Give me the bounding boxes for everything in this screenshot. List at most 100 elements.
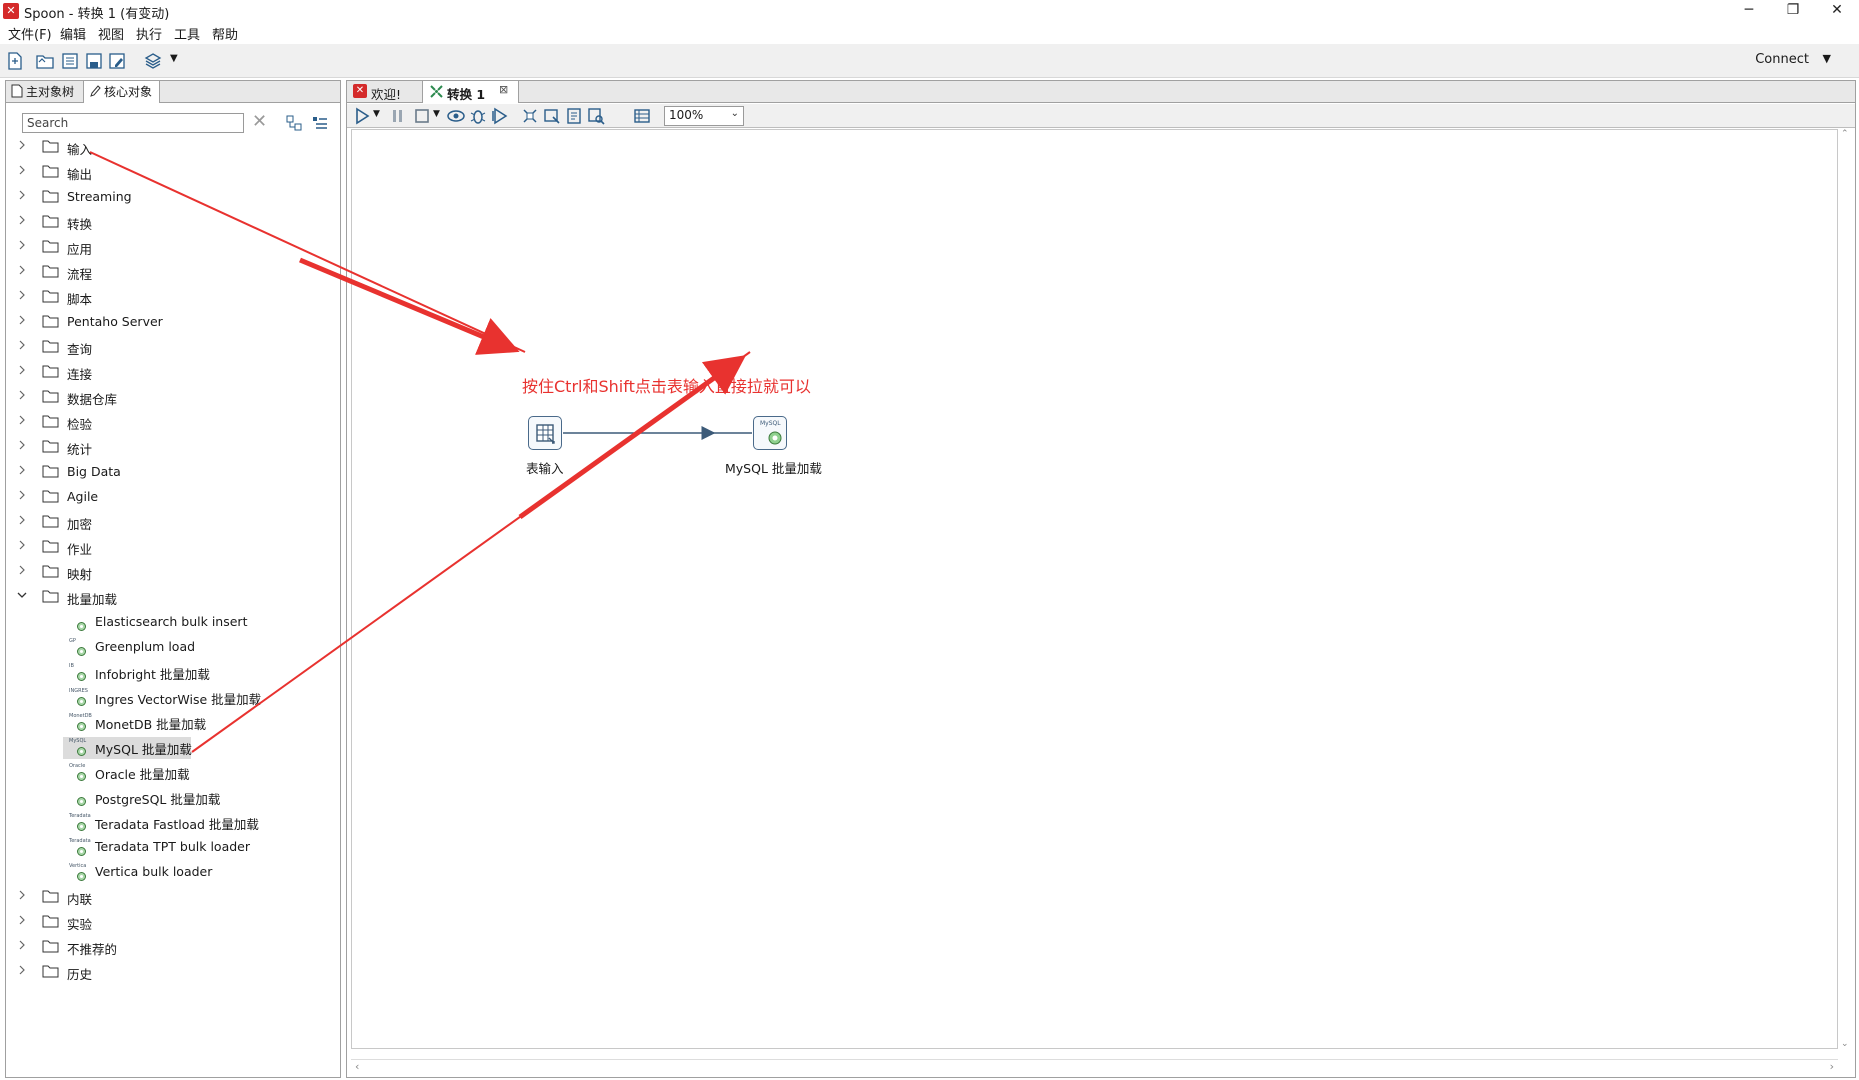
tree-category[interactable]: Streaming xyxy=(6,187,306,209)
chevron-right-icon[interactable] xyxy=(16,964,28,976)
vertical-scrollbar[interactable]: ⌃ ⌄ xyxy=(1839,129,1853,1059)
transformation-canvas[interactable]: 按住Ctrl和Shift点击表输入直接拉就可以 表输入 MySQL MySQL … xyxy=(351,129,1838,1049)
chevron-right-icon[interactable] xyxy=(16,364,28,376)
new-file-icon[interactable] xyxy=(5,51,25,71)
tree-step-item[interactable]: INGRES Ingres VectorWise 批量加载 xyxy=(6,687,276,709)
tab-core-objects[interactable]: 核心对象 xyxy=(84,81,160,103)
tree-category[interactable]: 转换 xyxy=(6,212,306,234)
chevron-right-icon[interactable] xyxy=(16,189,28,201)
show-results-icon[interactable] xyxy=(633,107,651,125)
tree-step-item[interactable]: Elasticsearch bulk insert xyxy=(6,612,276,634)
tree-category[interactable]: 历史 xyxy=(6,962,306,984)
tree-category[interactable]: 流程 xyxy=(6,262,306,284)
scroll-right-icon[interactable]: › xyxy=(1830,1060,1834,1073)
tree-category[interactable]: 实验 xyxy=(6,912,306,934)
tree-category[interactable]: 统计 xyxy=(6,437,306,459)
restore-button[interactable]: ❐ xyxy=(1771,0,1815,22)
chevron-right-icon[interactable] xyxy=(16,239,28,251)
layers-dropdown-icon[interactable]: ▼ xyxy=(170,53,178,64)
chevron-right-icon[interactable] xyxy=(16,489,28,501)
chevron-down-icon[interactable] xyxy=(16,589,28,601)
close-button[interactable]: ✕ xyxy=(1815,0,1859,22)
tree-step-item[interactable]: Vertica Vertica bulk loader xyxy=(6,862,276,884)
replay-icon[interactable] xyxy=(491,107,509,125)
tree-category[interactable]: 输出 xyxy=(6,162,306,184)
tree-step-item[interactable]: PostgreSQL 批量加载 xyxy=(6,787,276,809)
tab-transformation-1[interactable]: 转换 1 ⊠ xyxy=(423,81,519,103)
tab-main-tree[interactable]: 主对象树 xyxy=(6,81,84,103)
save-icon[interactable] xyxy=(84,51,104,71)
sql-icon[interactable] xyxy=(565,107,583,125)
menu-run[interactable]: 执行 xyxy=(136,24,162,43)
explore-db-icon[interactable] xyxy=(587,107,605,125)
step-mysql-bulk-load[interactable]: MySQL xyxy=(753,416,787,450)
impact-icon[interactable] xyxy=(543,107,561,125)
chevron-right-icon[interactable] xyxy=(16,314,28,326)
tree-step-item[interactable]: IB Infobright 批量加载 xyxy=(6,662,276,684)
tree-category[interactable]: 批量加载 xyxy=(6,587,306,609)
pause-icon[interactable] xyxy=(389,107,407,125)
tree-category[interactable]: 数据仓库 xyxy=(6,387,306,409)
expand-all-icon[interactable] xyxy=(312,115,328,131)
save-as-icon[interactable] xyxy=(107,51,127,71)
chevron-right-icon[interactable] xyxy=(16,539,28,551)
tree-category[interactable]: 脚本 xyxy=(6,287,306,309)
tree-category[interactable]: 应用 xyxy=(6,237,306,259)
connect-button[interactable]: Connect xyxy=(1755,52,1809,67)
menu-tools[interactable]: 工具 xyxy=(174,24,200,43)
chevron-right-icon[interactable] xyxy=(16,914,28,926)
chevron-right-icon[interactable] xyxy=(16,939,28,951)
minimize-button[interactable]: ─ xyxy=(1727,0,1771,22)
search-input[interactable] xyxy=(22,113,244,133)
layers-icon[interactable] xyxy=(143,51,163,71)
tree-category[interactable]: 映射 xyxy=(6,562,306,584)
chevron-right-icon[interactable] xyxy=(16,439,28,451)
verify-icon[interactable] xyxy=(521,107,539,125)
tree-category[interactable]: Pentaho Server xyxy=(6,312,306,334)
chevron-right-icon[interactable] xyxy=(16,139,28,151)
close-tab-icon[interactable]: ⊠ xyxy=(499,83,508,96)
scroll-down-icon[interactable]: ⌄ xyxy=(1841,1039,1849,1049)
step-table-input[interactable] xyxy=(528,416,562,450)
tree-category[interactable]: 查询 xyxy=(6,337,306,359)
preview-eye-icon[interactable] xyxy=(447,107,465,125)
tree-category[interactable]: Big Data xyxy=(6,462,306,484)
open-folder-icon[interactable] xyxy=(35,51,55,71)
tree-category[interactable]: 检验 xyxy=(6,412,306,434)
stop-dropdown-icon[interactable]: ▼ xyxy=(433,109,440,119)
chevron-right-icon[interactable] xyxy=(16,889,28,901)
chevron-right-icon[interactable] xyxy=(16,564,28,576)
menu-help[interactable]: 帮助 xyxy=(212,24,238,43)
scroll-left-icon[interactable]: ‹ xyxy=(355,1060,359,1073)
chevron-right-icon[interactable] xyxy=(16,389,28,401)
tree-step-item[interactable]: MySQL MySQL 批量加载 xyxy=(63,737,192,759)
chevron-right-icon[interactable] xyxy=(16,289,28,301)
horizontal-scrollbar[interactable]: ‹ › xyxy=(351,1059,1838,1075)
tab-welcome[interactable]: ✕ 欢迎! xyxy=(347,81,423,103)
tree-category[interactable]: 连接 xyxy=(6,362,306,384)
tree-step-item[interactable]: Oracle Oracle 批量加载 xyxy=(6,762,276,784)
clear-search-icon[interactable]: ✕ xyxy=(252,112,267,132)
tree-step-item[interactable]: Teradata Teradata Fastload 批量加载 xyxy=(6,812,276,834)
menu-file[interactable]: 文件(F) xyxy=(8,24,52,43)
run-dropdown-icon[interactable]: ▼ xyxy=(373,109,380,119)
menu-edit[interactable]: 编辑 xyxy=(60,24,86,43)
connect-caret-icon[interactable]: ▼ xyxy=(1823,52,1831,65)
explore-repository-icon[interactable] xyxy=(60,51,80,71)
chevron-right-icon[interactable] xyxy=(16,514,28,526)
chevron-right-icon[interactable] xyxy=(16,339,28,351)
scroll-up-icon[interactable]: ⌃ xyxy=(1841,129,1849,139)
tree-category[interactable]: 输入 xyxy=(6,137,306,159)
tree-category[interactable]: 不推荐的 xyxy=(6,937,306,959)
chevron-right-icon[interactable] xyxy=(16,164,28,176)
chevron-right-icon[interactable] xyxy=(16,264,28,276)
chevron-right-icon[interactable] xyxy=(16,214,28,226)
tree-category[interactable]: 作业 xyxy=(6,537,306,559)
tree-category[interactable]: 内联 xyxy=(6,887,306,909)
tree-step-item[interactable]: MonetDB MonetDB 批量加载 xyxy=(6,712,276,734)
tree-step-item[interactable]: GP Greenplum load xyxy=(6,637,276,659)
tree-step-item[interactable]: Teradata Teradata TPT bulk loader xyxy=(6,837,276,859)
collapse-all-icon[interactable] xyxy=(286,115,302,131)
debug-bug-icon[interactable] xyxy=(469,107,487,125)
stop-icon[interactable] xyxy=(413,107,431,125)
